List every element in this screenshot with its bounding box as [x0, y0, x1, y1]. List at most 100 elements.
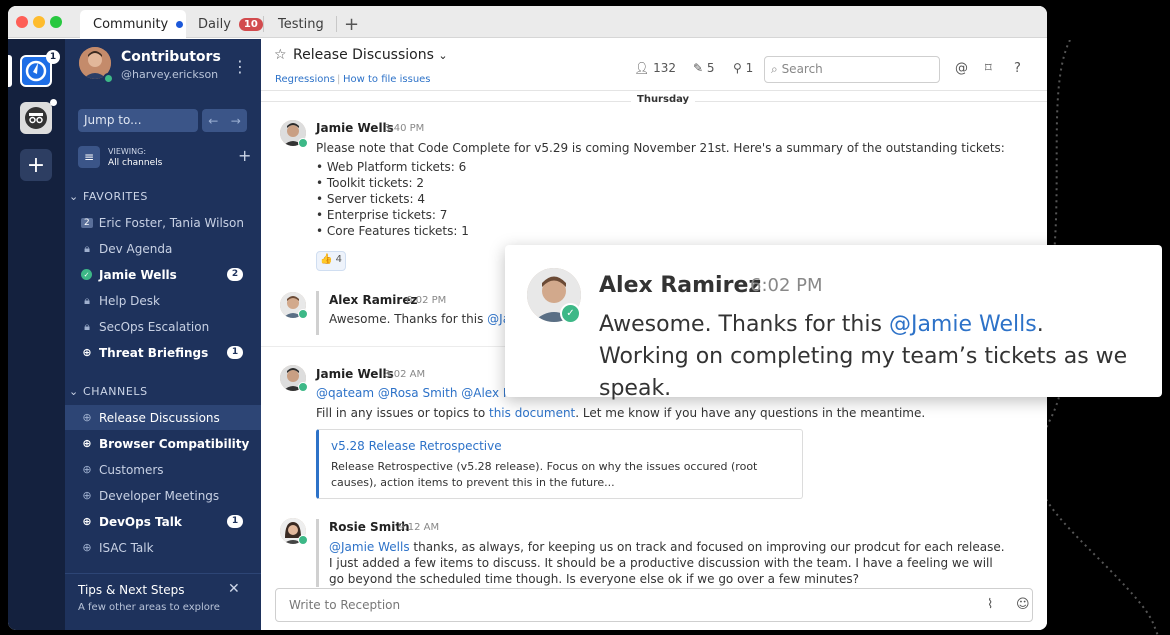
message-time[interactable]: 6:02 PM [406, 295, 446, 306]
jump-to-input[interactable]: Jump to... [78, 109, 198, 132]
kebab-menu-icon[interactable]: ⋮ [232, 57, 248, 76]
tab-label: Testing [278, 16, 324, 32]
close-window-button[interactable] [16, 16, 28, 28]
sidebar-item-developer-meetings[interactable]: ⊕ Developer Meetings [65, 483, 261, 508]
active-team-indicator [8, 55, 12, 87]
user-mention: @Jamie Wells [888, 312, 1037, 337]
bookmark-icon[interactable]: ⌑ [985, 61, 992, 76]
message-body: @Jamie Wells thanks, as always, for keep… [329, 540, 1005, 586]
team-sidebar: 1 + [8, 39, 65, 630]
add-tab-button[interactable]: + [344, 10, 359, 38]
tab-daily[interactable]: Daily 10 [198, 10, 263, 38]
message-body: Awesome. Thanks for this @Jamie [329, 311, 532, 327]
group-dm-icon: 2 [81, 217, 93, 228]
sidebar-item-help-desk[interactable]: 🔒︎ Help Desk [65, 288, 261, 313]
preview-body: Release Retrospective (v5.28 release). F… [331, 460, 758, 489]
sidebar-item-eric-foster-tania-wilson[interactable]: 2 Eric Foster, Tania Wilson [65, 210, 261, 235]
viewing-label: VIEWING: [108, 147, 147, 156]
unread-badge: 1 [227, 515, 243, 528]
link-preview-card[interactable]: v5.28 Release Retrospective Release Retr… [316, 429, 803, 499]
list-item: • Server tickets: 4 [316, 192, 426, 206]
sidebar-item-threat-briefings[interactable]: ⊕ Threat Briefings 1 [65, 340, 261, 365]
history-nav: ← → [202, 109, 247, 132]
message-author: Alex Ramirez [599, 273, 762, 298]
help-icon[interactable]: ? [1014, 61, 1021, 76]
preview-title[interactable]: v5.28 Release Retrospective [331, 439, 502, 453]
mattermost-logo-icon [25, 60, 47, 82]
message-input[interactable]: Write to Reception [275, 588, 1033, 622]
online-status-icon: ✓ [81, 269, 92, 280]
search-input[interactable]: ⌕ Search [764, 56, 940, 83]
mention-badge: 10 [238, 17, 263, 31]
document-link[interactable]: this document [489, 406, 575, 420]
forward-arrow-icon[interactable]: → [231, 114, 241, 128]
sidebar-item-jamie-wells[interactable]: ✓ Jamie Wells 2 [65, 262, 261, 287]
filter-icon[interactable]: ≡ [78, 146, 100, 168]
user-mention[interactable]: @Jamie Wells [329, 540, 410, 554]
sidebar-item-dev-agenda[interactable]: 🔒︎ Dev Agenda [65, 236, 261, 261]
sidebar-item-isac-talk[interactable]: ⊕ ISAC Talk [65, 535, 261, 560]
user-handle: @harvey.erickson [121, 68, 219, 81]
message-author[interactable]: Jamie Wells [316, 367, 394, 381]
team-name[interactable]: Contributors [121, 49, 221, 65]
channel-title[interactable]: Release Discussions ⌄ [293, 47, 448, 63]
tips-panel[interactable]: Tips & Next Steps A few other areas to e… [65, 573, 261, 630]
list-item: • Core Features tickets: 1 [316, 224, 469, 238]
sidebar-item-browser-compatibility[interactable]: ⊕ Browser Compatibility [65, 431, 261, 456]
message-time[interactable]: 5:40 PM [384, 123, 424, 134]
star-icon[interactable]: ☆ [274, 47, 287, 63]
at-mention-icon[interactable]: @ [955, 61, 968, 76]
online-status-icon [298, 138, 308, 148]
message-body: Fill in any issues or topics to this doc… [316, 406, 926, 420]
thread-indicator [316, 291, 319, 335]
thumbs-up-reaction[interactable]: 👍 4 [316, 251, 346, 271]
team-spy[interactable] [20, 102, 52, 134]
attachment-icon[interactable]: ⌇ [987, 597, 993, 612]
list-item: • Web Platform tickets: 6 [316, 160, 467, 174]
channel-sidebar: Contributors @harvey.erickson ⋮ Jump to.… [65, 39, 261, 630]
viewing-value[interactable]: All channels [108, 158, 162, 168]
header-link-file-issues[interactable]: How to file issues [343, 74, 431, 85]
maximize-window-button[interactable] [50, 16, 62, 28]
add-channel-icon[interactable]: + [238, 146, 251, 165]
minimize-window-button[interactable] [33, 16, 45, 28]
list-item: • Toolkit tickets: 2 [316, 176, 424, 190]
sidebar-item-release-discussions[interactable]: ⊕ Release Discussions [65, 405, 261, 430]
user-mentions[interactable]: @qateam @Rosa Smith @Alex Rami [316, 385, 533, 401]
message-author[interactable]: Alex Ramirez [329, 293, 417, 307]
chevron-down-icon: ⌄ [69, 385, 79, 398]
message-time: 6:02 PM [750, 275, 823, 296]
pin-icon: ✎ [693, 61, 704, 75]
message-body: Please note that Code Complete for v5.29… [316, 141, 1005, 155]
globe-icon: ⊕ [82, 489, 92, 502]
tab-testing[interactable]: Testing [278, 10, 324, 38]
back-arrow-icon[interactable]: ← [208, 114, 218, 128]
message-body: Awesome. Thanks for this @Jamie Wells. W… [599, 312, 1128, 401]
favorites-section-title[interactable]: ⌄ FAVORITES [69, 190, 148, 203]
member-icon: 👤︎ [634, 61, 650, 75]
message-time[interactable]: 9:12 AM [398, 522, 439, 533]
close-icon[interactable]: ✕ [228, 581, 240, 597]
search-icon: ⌕ [771, 62, 778, 76]
tab-community[interactable]: Community [80, 10, 186, 38]
member-count-button[interactable]: 👤︎ 132 [634, 61, 676, 75]
unread-badge: 1 [227, 346, 243, 359]
ticket-list: • Web Platform tickets: 6 • Toolkit tick… [316, 159, 469, 239]
flagged-button[interactable]: ⚲ 1 [733, 61, 753, 75]
team-mention-badge: 1 [46, 50, 60, 64]
sidebar-item-devops-talk[interactable]: ⊕ DevOps Talk 1 [65, 509, 261, 534]
header-link-regressions[interactable]: Regressions [275, 74, 335, 85]
unread-dot-icon [176, 20, 184, 28]
tab-divider [263, 16, 264, 32]
chevron-down-icon: ⌄ [438, 49, 448, 62]
add-team-button[interactable]: + [20, 149, 52, 181]
sidebar-item-secops-escalation[interactable]: 🔒︎ SecOps Escalation [65, 314, 261, 339]
pinned-button[interactable]: ✎ 5 [693, 61, 715, 75]
message-time[interactable]: 8:02 AM [384, 369, 425, 380]
globe-icon: ⊕ [82, 411, 92, 424]
message-author[interactable]: Jamie Wells [316, 121, 394, 135]
sidebar-item-customers[interactable]: ⊕ Customers [65, 457, 261, 482]
globe-icon: ⊕ [82, 346, 92, 359]
emoji-icon[interactable]: ☺ [1016, 597, 1030, 612]
channels-section-title[interactable]: ⌄ CHANNELS [69, 385, 148, 398]
